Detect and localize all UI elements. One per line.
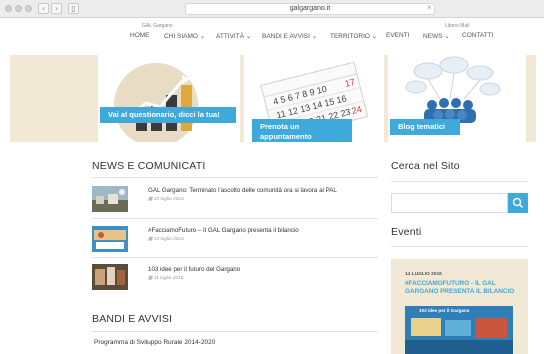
address-bar[interactable]: galgargano.it (185, 3, 435, 15)
nav-item-territorio[interactable]: TERRITORIO ⌄ (330, 32, 377, 40)
news-image-2 (92, 226, 128, 252)
news-thumbnail-1[interactable] (92, 186, 128, 212)
search-title-divider (391, 181, 528, 182)
event-title[interactable]: #FACCIAMOFUTURO - IL GAL GARGANO PRESENT… (405, 280, 520, 296)
event-card[interactable]: 14 LUGLIO 2016 #FACCIAMOFUTURO - IL GAL … (391, 259, 528, 354)
news-date-text-3: 11 luglio 2016 (153, 276, 184, 281)
news-divider-2 (92, 257, 378, 258)
news-date-text-2: 14 luglio 2016 (153, 237, 184, 242)
banner-panel-blog[interactable]: Blog tematici (388, 55, 526, 142)
banner-caption-appuntamento: Prenota un appuntamento (252, 119, 352, 142)
nav-item-attivita[interactable]: ATTIVITÀ ⌄ (216, 32, 251, 40)
banner-caption-questionario: Vai al questionario, dicci la tua! (100, 107, 236, 123)
banner-panel-appuntamento[interactable]: 4 5 6 7 8 9 10 11 12 13 14 15 16 18 19 2… (244, 55, 384, 142)
nav-item-contatti[interactable]: CONTATTI (462, 32, 494, 39)
events-title-divider (391, 246, 528, 247)
hero-banner: Vai al questionario, dicci la tua! 4 5 6… (10, 55, 536, 142)
news-item-date-2: ▦ 14 luglio 2016 (148, 237, 184, 242)
forward-button[interactable]: › (51, 3, 62, 14)
header-left-tagline: GAL Gargano (142, 23, 173, 29)
news-date-text-1: 22 luglio 2016 (153, 197, 184, 202)
news-divider-1 (92, 218, 378, 219)
bandi-section-title: BANDI E AVVISI (92, 313, 173, 325)
sidebar-toggle-icon[interactable]: ▯ (68, 3, 79, 14)
event-date: 14 LUGLIO 2016 (405, 272, 442, 277)
news-image-3 (92, 264, 128, 290)
search-button[interactable] (508, 193, 528, 213)
news-section-title: NEWS E COMUNICATI (92, 160, 206, 172)
header-right-tagline: Libero Mail (445, 23, 470, 29)
nav-item-eventi[interactable]: EVENTI (386, 32, 409, 39)
events-section-title: Eventi (391, 226, 422, 238)
news-title-divider (92, 177, 378, 178)
nav-item-home[interactable]: HOME (130, 32, 150, 39)
browser-toolbar: ‹ › ▯ galgargano.it × (0, 0, 544, 18)
bandi-item-1[interactable]: Programma di Sviluppo Rurale 2014-2020 (94, 339, 215, 346)
banner-caption-blog: Blog tematici (390, 119, 460, 135)
window-zoom-dot[interactable] (25, 5, 32, 12)
close-tab-icon[interactable]: × (427, 3, 432, 12)
event-image[interactable]: 103 idee per il Gargano (405, 306, 513, 354)
window-close-dot[interactable] (5, 5, 12, 12)
search-section-title: Cerca nel Sito (391, 160, 460, 172)
window-minimize-dot[interactable] (15, 5, 22, 12)
back-button[interactable]: ‹ (38, 3, 49, 14)
event-image-caption: 103 idee per il Gargano (419, 308, 470, 313)
nav-item-chi-siamo[interactable]: CHI SIAMO ⌄ (164, 32, 205, 40)
chart-growth-icon (114, 63, 198, 142)
bandi-title-divider (92, 331, 378, 332)
nav-item-news[interactable]: NEWS ⌄ (423, 32, 450, 40)
search-input[interactable] (391, 193, 508, 213)
news-item-date-1: ▦ 22 luglio 2016 (148, 197, 184, 202)
nav-item-bandi[interactable]: BANDI E AVVISI ⌄ (262, 32, 317, 40)
news-item-date-3: ▦ 11 luglio 2016 (148, 276, 183, 281)
event-image-graphic (405, 306, 513, 354)
news-image-1 (92, 186, 128, 212)
news-thumbnail-3[interactable] (92, 264, 128, 290)
search-icon (512, 197, 523, 208)
main-navigation: HOME CHI SIAMO ⌄ ATTIVITÀ ⌄ BANDI E AVVI… (0, 32, 544, 42)
news-thumbnail-2[interactable] (92, 226, 128, 252)
news-item-title-3[interactable]: 103 idee per il futuro del Gargano (148, 266, 240, 273)
news-item-title-1[interactable]: GAL Gargano: Terminato l'ascolto delle c… (148, 187, 337, 194)
news-item-title-2[interactable]: #FacciamoFuturo – Il GAL Gargano present… (148, 227, 299, 234)
banner-panel-questionario[interactable]: Vai al questionario, dicci la tua! (98, 55, 240, 142)
